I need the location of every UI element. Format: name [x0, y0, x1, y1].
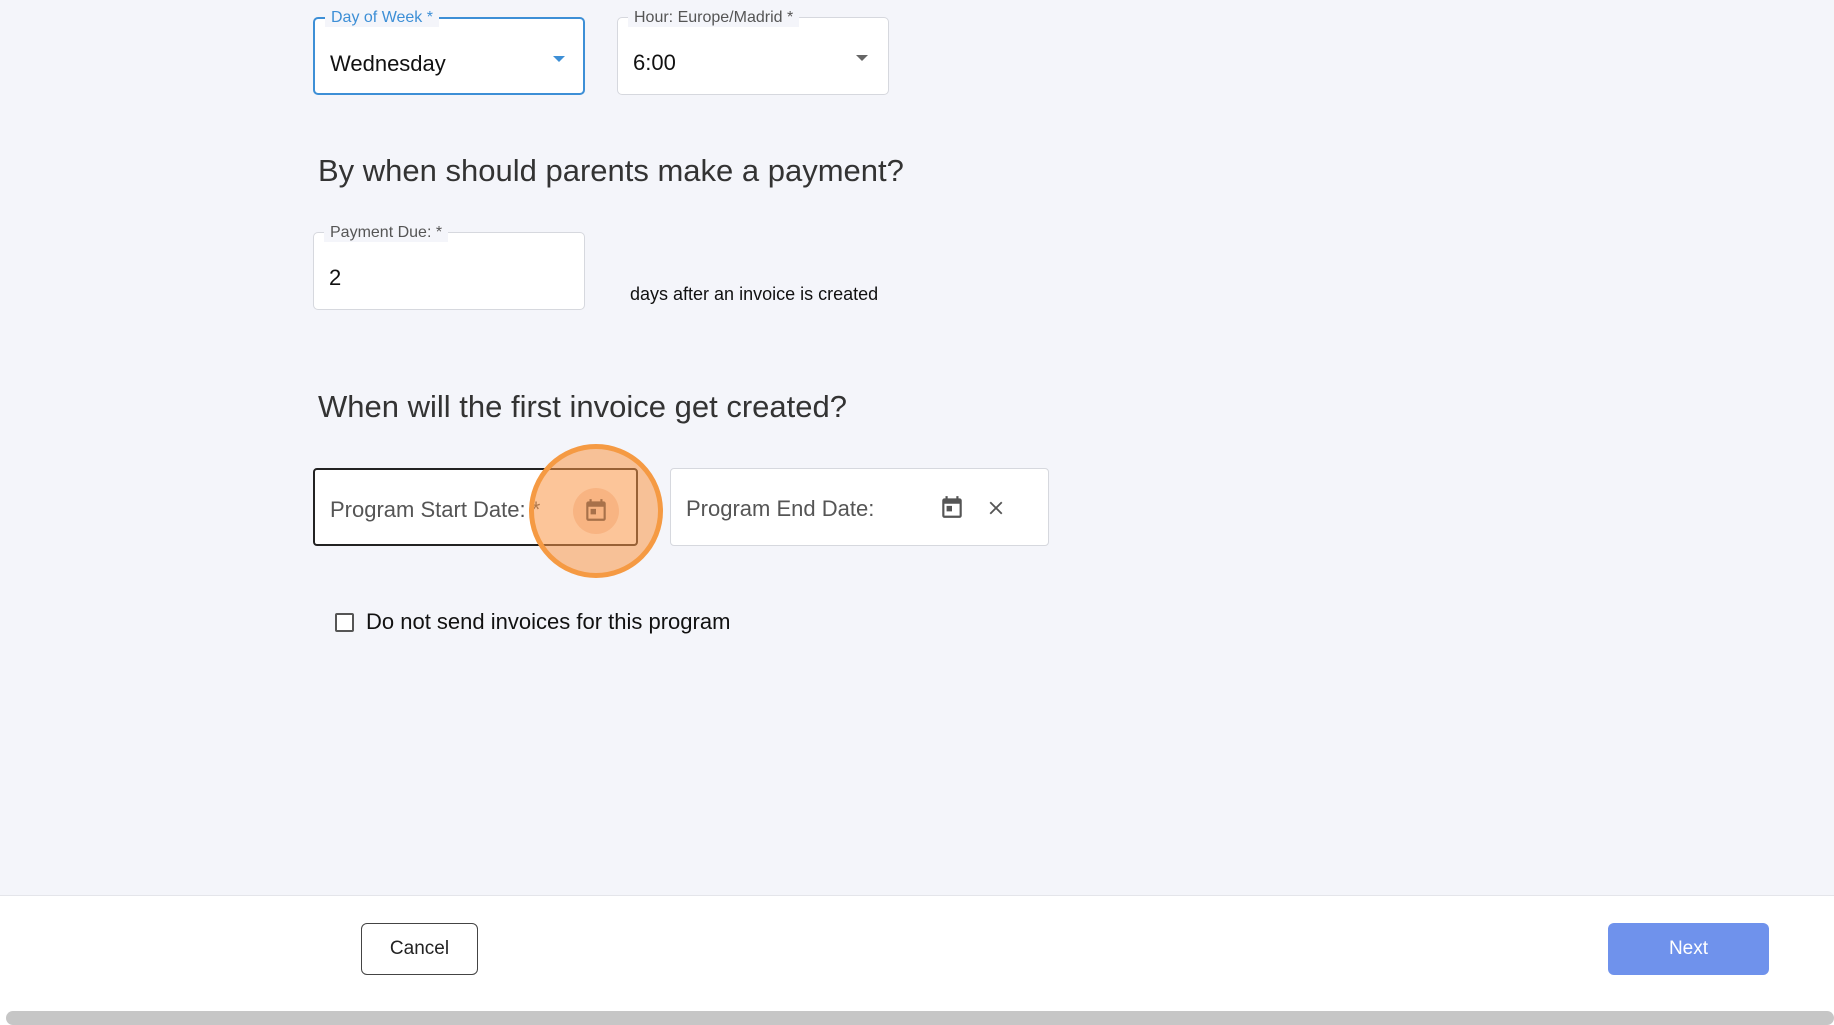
hour-label: Hour: Europe/Madrid *	[628, 9, 800, 27]
click-highlight	[529, 444, 663, 578]
day-of-week-select[interactable]: Day of Week * Wednesday	[313, 9, 585, 95]
hour-select[interactable]: Hour: Europe/Madrid * 6:00	[617, 9, 889, 95]
payment-due-label: Payment Due: *	[324, 224, 449, 242]
footer-bar	[0, 895, 1834, 1004]
payment-due-value: 2	[329, 265, 342, 290]
program-end-date-placeholder: Program End Date:	[686, 496, 875, 521]
calendar-icon[interactable]	[939, 493, 965, 521]
program-start-date-placeholder: Program Start Date: *	[330, 497, 541, 522]
chevron-down-icon	[553, 56, 565, 62]
horizontal-scrollbar[interactable]	[6, 1011, 1834, 1025]
no-invoices-checkbox[interactable]	[335, 613, 354, 632]
day-of-week-label: Day of Week *	[325, 9, 439, 27]
next-button[interactable]: Next	[1608, 923, 1769, 975]
day-of-week-value: Wednesday	[330, 51, 446, 76]
days-after-text: days after an invoice is created	[630, 284, 879, 304]
hour-value: 6:00	[633, 50, 676, 75]
chevron-down-icon	[856, 55, 868, 61]
calendar-icon[interactable]	[583, 496, 609, 524]
close-icon[interactable]	[985, 497, 1007, 519]
cancel-button[interactable]: Cancel	[361, 923, 478, 975]
no-invoices-label[interactable]: Do not send invoices for this program	[366, 609, 730, 635]
payment-heading: By when should parents make a payment?	[318, 153, 904, 188]
invoice-heading: When will the first invoice get created?	[318, 389, 847, 424]
payment-due-field[interactable]: Payment Due: * 2	[313, 224, 585, 310]
program-end-date-field[interactable]: Program End Date:	[670, 468, 1049, 546]
